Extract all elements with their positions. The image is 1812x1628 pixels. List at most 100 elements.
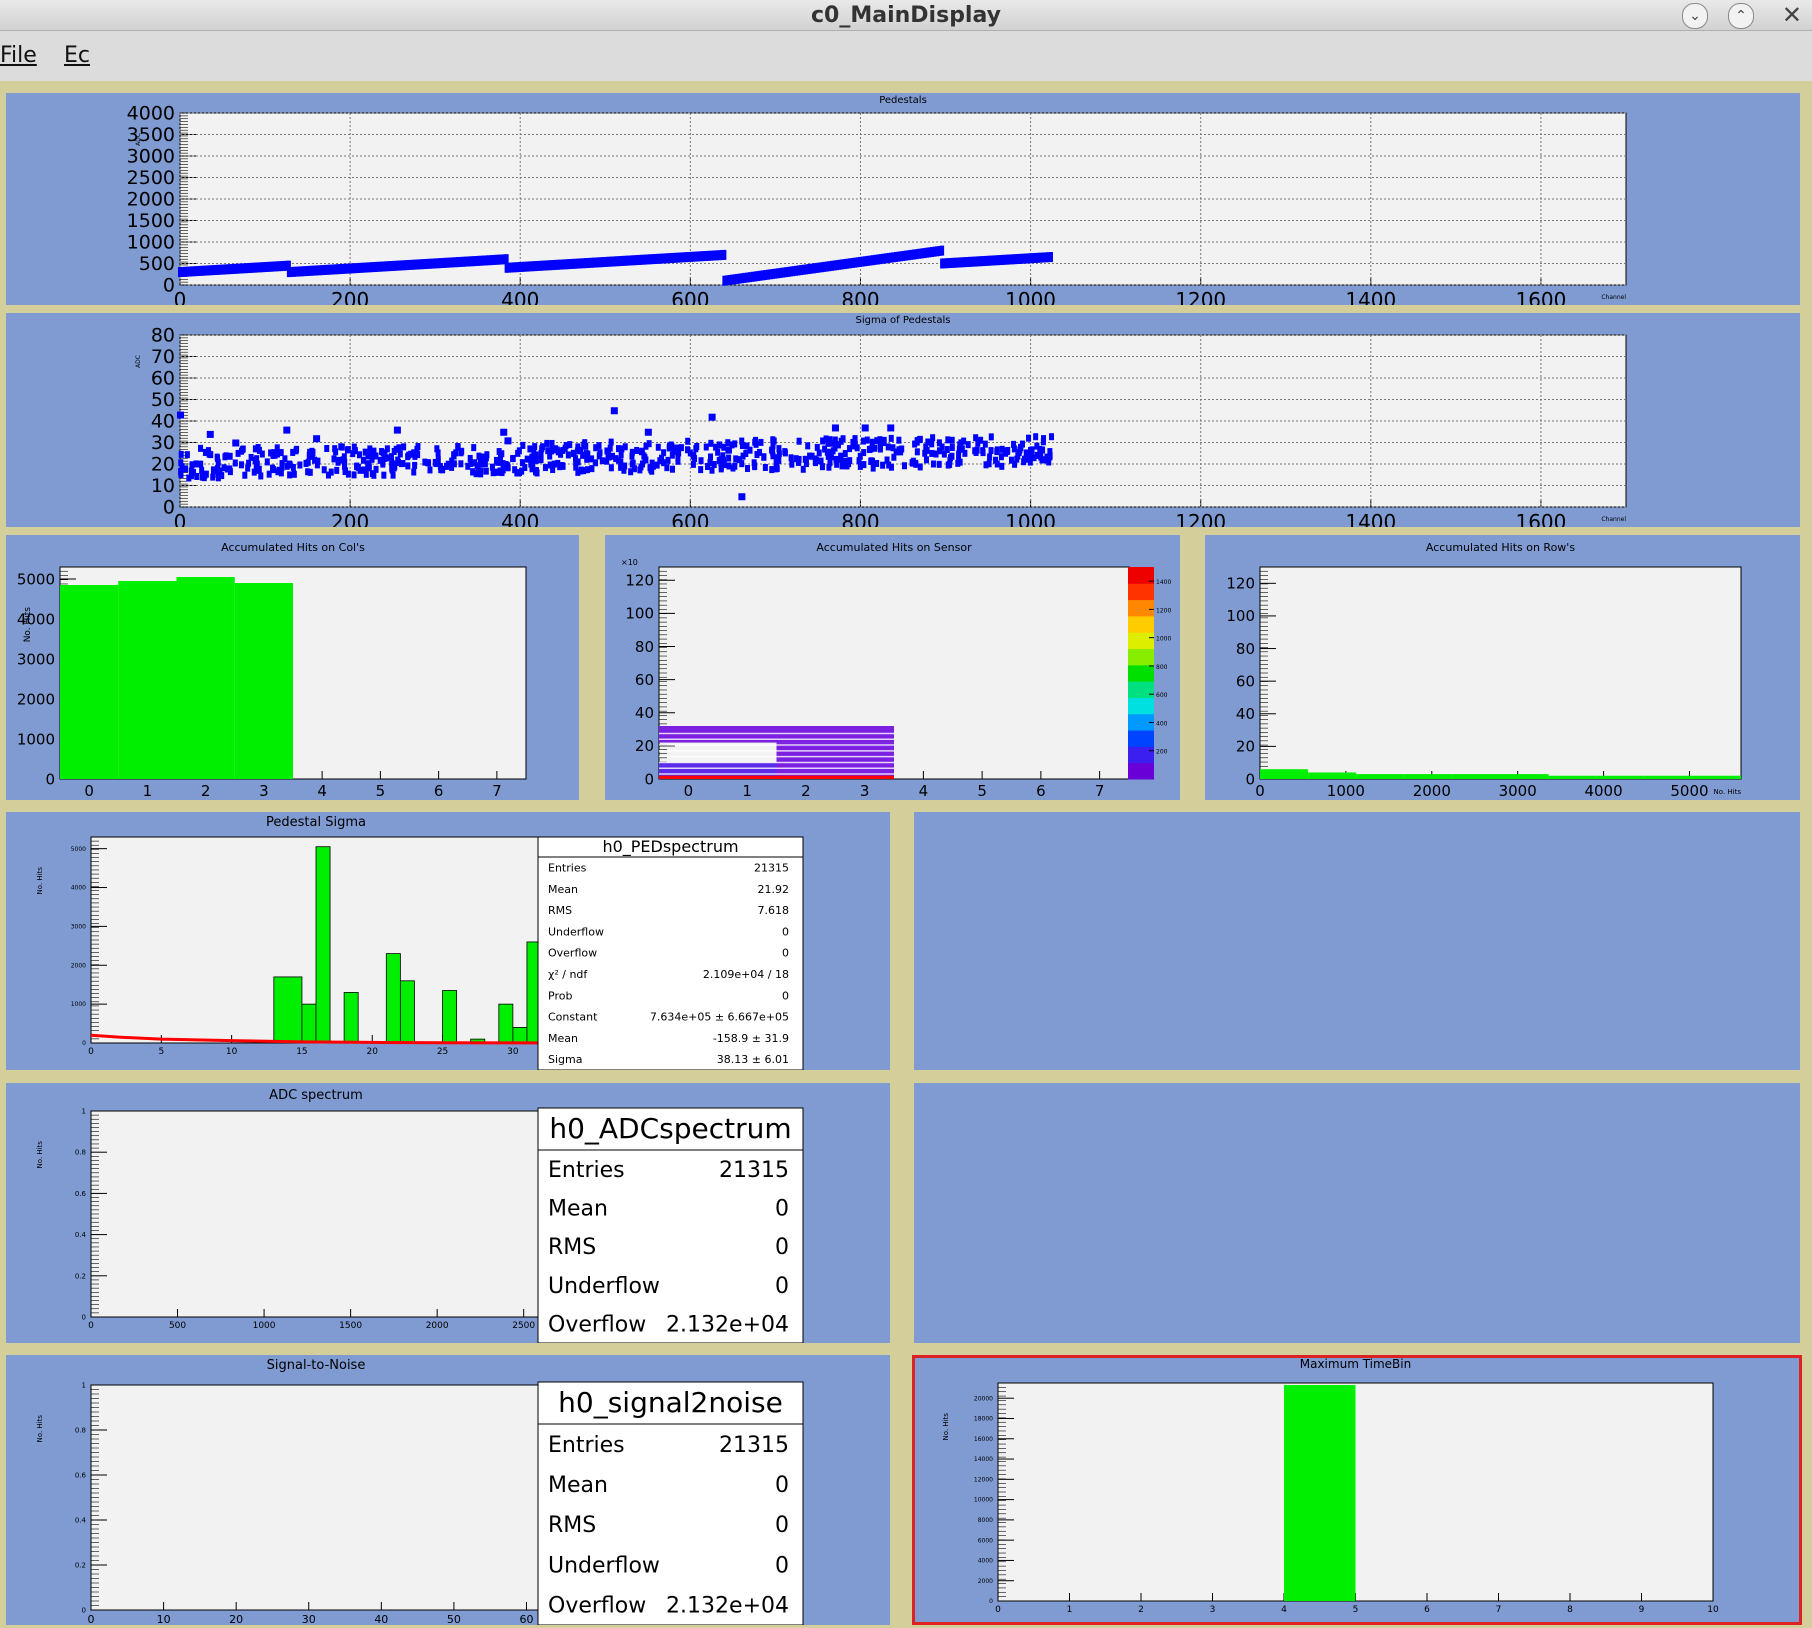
y-axis-label: No. Hits bbox=[942, 1413, 950, 1441]
data-point bbox=[390, 471, 396, 479]
data-point bbox=[275, 450, 281, 458]
data-point bbox=[655, 443, 661, 451]
x-tick-label: 10 bbox=[1707, 1605, 1719, 1615]
y-tick-label: 2000 bbox=[17, 690, 55, 708]
data-point bbox=[730, 464, 736, 472]
data-point bbox=[847, 445, 853, 453]
data-point bbox=[940, 245, 945, 256]
data-point bbox=[544, 439, 550, 447]
window-titlebar[interactable]: c0_MainDisplay ⌄ ⌃ ✕ bbox=[0, 0, 1812, 31]
y-tick-label: 16000 bbox=[974, 1436, 993, 1443]
data-point bbox=[843, 457, 849, 465]
stats-label: Constant bbox=[548, 1011, 598, 1024]
stats-name: h0_signal2noise bbox=[558, 1386, 783, 1419]
data-point bbox=[1025, 452, 1031, 460]
data-point bbox=[930, 460, 936, 468]
data-point bbox=[999, 462, 1005, 470]
stats-label: Underflow bbox=[548, 1553, 660, 1578]
stats-value: 0 bbox=[775, 1553, 789, 1578]
pad-empty-1[interactable] bbox=[914, 812, 1800, 1070]
sensor-plot: Accumulated Hits on Sensor 0 1 2 3 4 5 6 7 0 20 40 6… bbox=[621, 541, 1171, 800]
stats-label: Underflow bbox=[548, 1274, 660, 1299]
data-point bbox=[637, 466, 643, 474]
pad-pedestal-sigma[interactable]: Pedestal Sigma 0 5 10 15 20 25 30 0 1000 2000 3000 4… bbox=[6, 812, 890, 1070]
data-point bbox=[813, 459, 819, 467]
data-point bbox=[745, 465, 751, 473]
y-tick-label: 100 bbox=[625, 605, 654, 623]
data-point bbox=[986, 460, 992, 468]
y-tick-label: 0.2 bbox=[75, 1561, 86, 1569]
histogram-bar bbox=[315, 846, 331, 1044]
data-point bbox=[449, 463, 455, 471]
data-point bbox=[383, 454, 389, 462]
data-point bbox=[478, 470, 484, 478]
data-point bbox=[705, 463, 711, 471]
y-tick-label: 3000 bbox=[17, 650, 55, 668]
data-point bbox=[324, 444, 330, 452]
data-point bbox=[881, 436, 887, 444]
data-point bbox=[287, 471, 293, 479]
stats-label: RMS bbox=[548, 1235, 596, 1260]
stats-value: -158.9 ± 31.9 bbox=[713, 1032, 789, 1045]
data-point bbox=[789, 460, 795, 468]
stats-label: Sigma bbox=[548, 1053, 582, 1066]
data-point bbox=[762, 463, 768, 471]
stats-value: 0 bbox=[775, 1274, 789, 1299]
close-icon[interactable]: ✕ bbox=[1782, 1, 1802, 29]
x-tick-label: 10 bbox=[157, 1613, 171, 1625]
menu-edit[interactable]: Ec bbox=[64, 43, 90, 68]
pad-empty-2[interactable] bbox=[914, 1083, 1800, 1343]
data-point bbox=[258, 472, 264, 480]
chevron-up-icon[interactable]: ⌃ bbox=[1728, 3, 1754, 29]
histogram-bar bbox=[1644, 775, 1693, 779]
data-point bbox=[782, 449, 788, 457]
stats-name: h0_PEDspectrum bbox=[602, 837, 738, 857]
data-point bbox=[451, 451, 457, 459]
stats-label: Mean bbox=[548, 1473, 608, 1498]
x-tick-label: 3000 bbox=[1499, 782, 1537, 800]
data-point bbox=[471, 444, 477, 452]
y-tick-label: 2000 bbox=[127, 189, 175, 211]
data-point bbox=[708, 439, 714, 447]
menu-file[interactable]: File bbox=[0, 43, 37, 68]
pad-max-timebin[interactable]: Maximum TimeBin 0 1 2 3 4 5 6 7 8 9 10 0 2000 4000 6000… bbox=[912, 1355, 1802, 1625]
pad-adc-spectrum[interactable]: ADC spectrum 0 500 1000 1500 2000 2500 0 0.2 0.4 0… bbox=[6, 1083, 890, 1343]
pad-hits-sensor[interactable]: Accumulated Hits on Sensor 0 1 2 3 4 5 6 7 0 20 40 6… bbox=[605, 535, 1180, 800]
data-point bbox=[360, 456, 366, 464]
y-tick-label: 0 bbox=[163, 497, 175, 519]
data-point bbox=[693, 445, 699, 453]
data-point bbox=[1004, 447, 1010, 455]
pad-hits-rows[interactable]: Accumulated Hits on Row's 0 1000 2000 3000 40… bbox=[1205, 535, 1800, 800]
x-tick-label: 0 bbox=[88, 1321, 94, 1331]
data-point bbox=[540, 443, 546, 451]
data-point bbox=[1011, 445, 1017, 453]
x-tick-label: 1400 bbox=[1345, 288, 1396, 305]
data-point bbox=[828, 453, 834, 461]
chevron-down-icon[interactable]: ⌄ bbox=[1682, 3, 1708, 29]
y-tick-label: 120 bbox=[1226, 575, 1255, 593]
pad-sigma-pedestals[interactable]: Sigma of Pedestals 0 200 400 600 800 1000 1200 1… bbox=[6, 313, 1800, 527]
data-point bbox=[621, 466, 627, 474]
pad-signal-to-noise[interactable]: Signal-to-Noise 0 10 20 30 40 50 60 0 0.2 0.4 0.6 0.… bbox=[6, 1355, 890, 1625]
x-tick-label: 3 bbox=[860, 782, 870, 800]
pad-hits-cols[interactable]: Accumulated Hits on Col's 0 1 2 3 4 5 6 7 0 1000 20… bbox=[6, 535, 579, 800]
data-point bbox=[331, 455, 337, 463]
outlier-point bbox=[887, 424, 895, 432]
histogram-bar bbox=[498, 1003, 514, 1044]
data-point bbox=[391, 447, 397, 455]
data-point bbox=[761, 453, 767, 461]
data-point bbox=[668, 441, 674, 449]
palette-cell bbox=[1128, 697, 1154, 715]
y-tick-label: 0.4 bbox=[75, 1516, 87, 1524]
histogram-bar bbox=[1548, 775, 1597, 779]
histogram-bar bbox=[60, 585, 119, 779]
y-tick-label: 4000 bbox=[71, 885, 86, 892]
data-point bbox=[949, 436, 955, 444]
pad-pedestals[interactable]: Pedestals 0 200 400 600 800 1000 1200 1400 1600 0 5… bbox=[6, 93, 1800, 305]
data-point bbox=[896, 436, 902, 444]
data-point bbox=[599, 457, 605, 465]
data-point bbox=[690, 452, 696, 460]
stats-value: 0 bbox=[775, 1197, 789, 1222]
data-point bbox=[201, 474, 207, 482]
data-point bbox=[334, 466, 340, 474]
